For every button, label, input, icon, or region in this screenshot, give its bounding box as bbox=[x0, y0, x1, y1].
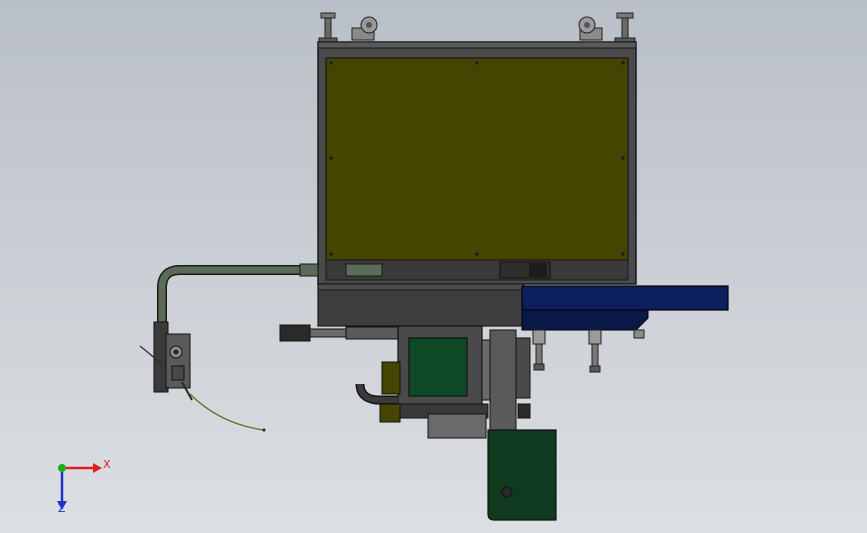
elbow-fitting-right[interactable] bbox=[578, 16, 603, 41]
slide-rail[interactable] bbox=[521, 285, 729, 331]
mounting-bracket[interactable] bbox=[487, 429, 557, 521]
nozzle-left[interactable] bbox=[532, 329, 546, 371]
vertical-support[interactable] bbox=[489, 329, 517, 431]
encoder-box[interactable] bbox=[427, 413, 487, 439]
assembly-model[interactable] bbox=[0, 0, 867, 533]
cad-viewport[interactable]: X Z bbox=[0, 0, 867, 533]
nozzle-right[interactable] bbox=[588, 329, 602, 373]
gripper-module[interactable] bbox=[139, 321, 193, 401]
leveling-foot-right[interactable] bbox=[614, 12, 636, 44]
leveling-foot-left[interactable] bbox=[318, 12, 338, 44]
cylinder-left[interactable] bbox=[279, 324, 399, 342]
elbow-fitting-left[interactable] bbox=[351, 16, 378, 41]
wire-lead bbox=[189, 393, 265, 431]
triad-z-label: Z bbox=[58, 502, 66, 515]
servo-motor[interactable] bbox=[397, 325, 493, 409]
motor-bracket-left[interactable] bbox=[381, 361, 401, 395]
enclosure-front-panel[interactable] bbox=[325, 57, 629, 261]
triad-x-label: X bbox=[103, 458, 111, 471]
